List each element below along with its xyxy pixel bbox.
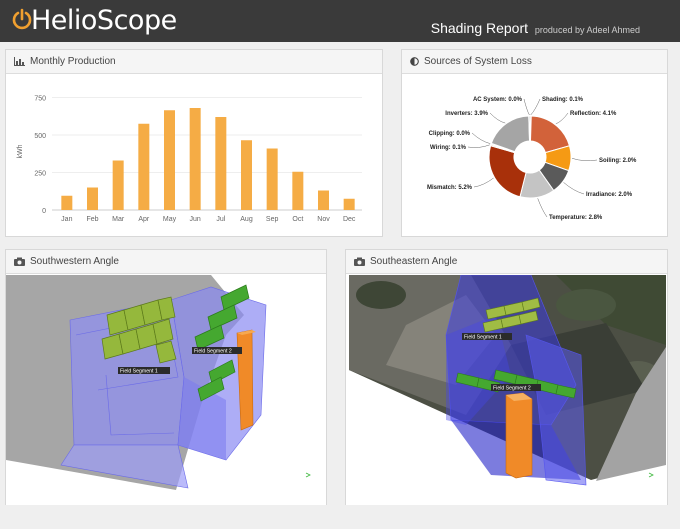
panel-header: Southwestern Angle — [6, 250, 326, 274]
leader-line — [473, 177, 494, 188]
x-tick-label: Mar — [112, 216, 125, 223]
y-tick-label: 0 — [42, 208, 46, 215]
panel-header: Monthly Production — [6, 50, 382, 74]
bar-jun — [189, 108, 201, 210]
slice-mismatch — [488, 145, 527, 198]
slice-label-wiring: Wiring: 0.1% — [430, 145, 467, 151]
bar-dec — [343, 198, 355, 210]
southwestern-3d-view[interactable]: Field Segment 1 Field Segment 2 — [6, 275, 326, 505]
slice-label-reflection: Reflection: 4.1% — [570, 111, 617, 117]
bar-mar — [112, 160, 124, 210]
slice-label-clipping: Clipping: 0.0% — [429, 131, 471, 137]
obstruction — [505, 392, 533, 479]
leader-line — [563, 182, 585, 195]
y-tick-label: 750 — [34, 96, 46, 103]
contrast-icon — [410, 57, 419, 66]
camera-icon — [354, 257, 365, 266]
power-icon — [12, 8, 32, 30]
leader-line — [555, 112, 569, 125]
panel-header: Sources of System Loss — [402, 50, 667, 74]
bar-may — [164, 110, 175, 210]
report-title-text: Shading Report — [430, 20, 529, 36]
panel-title: Monthly Production — [30, 56, 116, 67]
x-tick-label: Sep — [266, 216, 279, 223]
southeastern-scene: Field Segment 1 Field Segment 2 — [346, 275, 667, 505]
leader-line — [530, 98, 541, 116]
field-segment-1-label: Field Segment 1 — [120, 369, 158, 375]
slice-ac-system — [528, 115, 531, 142]
panel-header: Southeastern Angle — [346, 250, 667, 274]
panel-title: Sources of System Loss — [424, 56, 532, 67]
leader-line — [471, 132, 491, 144]
bar-chart-icon — [14, 56, 25, 66]
field-segment-1-label: Field Segment 1 — [464, 335, 502, 341]
bar-feb — [87, 187, 98, 210]
slice-label-irradiance: Irradiance: 2.0% — [586, 192, 633, 198]
x-tick-label: Nov — [317, 216, 330, 223]
southeastern-angle-panel: Southeastern Angle Field Segment 1 Field… — [345, 249, 668, 505]
field-segment-2-label: Field Segment 2 — [194, 349, 232, 355]
monthly-production-chart: 0 250 500 750 kWh Jan Feb Mar Apr May Jun Jul Aug Sep… — [17, 96, 362, 223]
x-tick-label: May — [163, 216, 177, 223]
leader-line — [571, 158, 598, 162]
x-tick-label: Aug — [240, 216, 253, 223]
leader-line — [489, 112, 506, 124]
southeastern-3d-view[interactable]: Field Segment 1 Field Segment 2 — [346, 275, 667, 505]
bar-sep — [266, 148, 278, 210]
bar-nov — [318, 190, 329, 210]
bar-oct — [292, 171, 304, 210]
report-author: produced by Adeel Ahmed — [534, 25, 640, 35]
x-tick-label: Jan — [61, 216, 72, 223]
bar-aug — [241, 140, 252, 210]
x-tick-label: Dec — [343, 216, 356, 223]
field-segment-2-label: Field Segment 2 — [493, 386, 531, 392]
report-title: Shading Report produced by Adeel Ahmed — [431, 20, 640, 36]
southwestern-angle-panel: Southwestern Angle Field Segment 1 Field… — [5, 249, 327, 505]
x-tick-label: Oct — [292, 216, 303, 223]
leader-line — [467, 144, 490, 148]
app-logo[interactable]: HelioScope — [31, 5, 177, 36]
system-loss-chart: Shading: 0.1% Reflection: 4.1% Soiling: 2.… — [427, 97, 637, 221]
bar-jan — [61, 195, 73, 210]
southwestern-scene: Field Segment 1 Field Segment 2 — [6, 275, 326, 505]
slice-label-temperature: Temperature: 2.8% — [549, 215, 603, 221]
y-axis-label: kWh — [17, 144, 24, 158]
app-header: HelioScope Shading Report produced by Ad… — [0, 0, 680, 42]
panel-title: Southwestern Angle — [30, 256, 119, 267]
monthly-production-panel: Monthly Production 0 250 500 750 kWh Jan Feb Ma… — [5, 49, 383, 237]
slice-label-soiling: Soiling: 2.0% — [599, 158, 637, 164]
slice-label-shading: Shading: 0.1% — [542, 97, 584, 103]
panel-title: Southeastern Angle — [370, 256, 458, 267]
y-tick-label: 250 — [34, 171, 46, 178]
x-tick-label: Jun — [190, 216, 201, 223]
x-tick-label: Feb — [86, 216, 98, 223]
leader-line — [537, 198, 548, 218]
bar-jul — [215, 117, 227, 210]
camera-icon — [14, 257, 25, 266]
x-tick-label: Apr — [138, 216, 150, 223]
system-loss-panel: Sources of System Loss Shading: 0.1% Refl… — [401, 49, 668, 237]
y-tick-label: 500 — [34, 133, 46, 140]
x-tick-label: Jul — [216, 216, 225, 223]
leader-line — [523, 98, 530, 116]
bar-apr — [138, 123, 150, 210]
slice-label-ac-system: AC System: 0.0% — [473, 97, 523, 103]
slice-label-inverters: Inverters: 3.9% — [445, 111, 488, 117]
slice-label-mismatch: Mismatch: 5.2% — [427, 185, 473, 191]
